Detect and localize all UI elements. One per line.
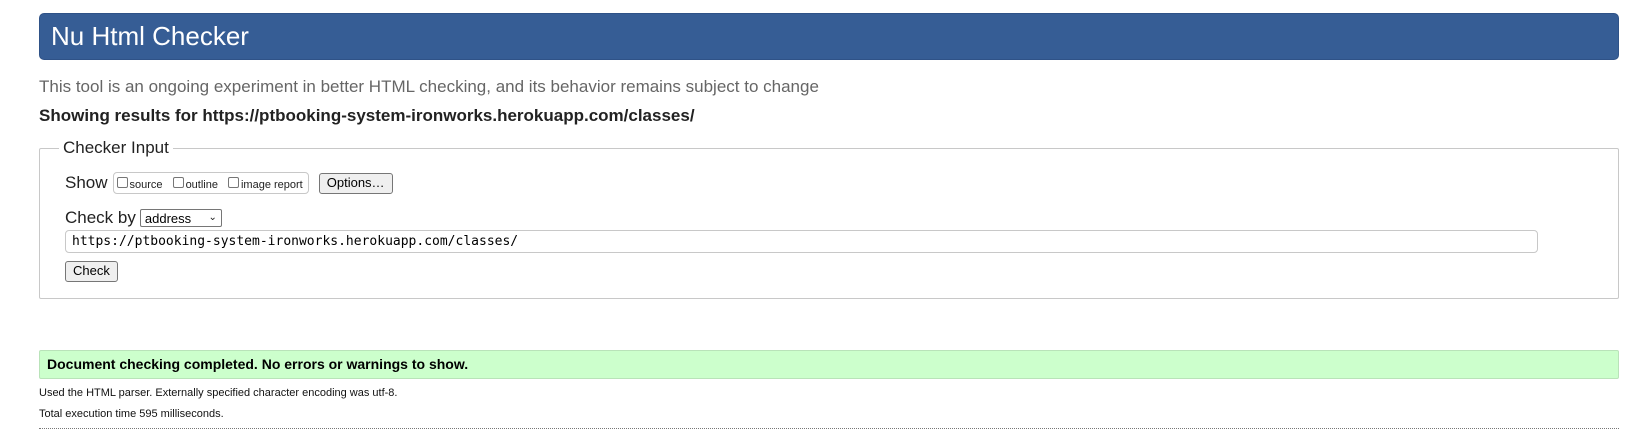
check-by-label: Check by: [65, 208, 136, 227]
check-button[interactable]: Check: [65, 261, 118, 282]
success-message: Document checking completed. No errors o…: [47, 356, 469, 372]
image-report-checkbox-label: image report: [240, 179, 303, 191]
execution-time: Total execution time 595 milliseconds.: [39, 408, 224, 420]
page-title: Nu Html Checker: [51, 21, 249, 51]
show-source-option[interactable]: source: [116, 176, 163, 191]
check-by-row: Check by address ⌄: [65, 207, 222, 229]
success-message-bar: Document checking completed. No errors o…: [39, 350, 1619, 379]
url-input[interactable]: https://ptbooking-system-ironworks.herok…: [65, 230, 1538, 253]
divider: [39, 428, 1619, 429]
check-by-select[interactable]: address ⌄: [139, 209, 222, 227]
show-options-group: source outline image report: [112, 172, 309, 194]
checker-page: Nu Html Checker This tool is an ongoing …: [0, 0, 1632, 439]
results-heading: Showing results for https://ptbooking-sy…: [39, 106, 695, 125]
show-label: Show: [65, 173, 108, 192]
checker-input-legend: Checker Input: [59, 138, 173, 158]
check-by-selected-value: address: [144, 210, 192, 226]
options-button[interactable]: Options…: [318, 172, 393, 194]
show-options-row: Show source outline image report Options…: [65, 172, 393, 194]
checker-input-fieldset: Checker Input Show source outline image …: [39, 138, 1619, 299]
source-checkbox-label: source: [129, 179, 163, 191]
show-outline-option[interactable]: outline: [172, 176, 218, 191]
image-report-checkbox[interactable]: [227, 176, 239, 188]
tagline: This tool is an ongoing experiment in be…: [39, 77, 819, 96]
parser-info: Used the HTML parser. Externally specifi…: [39, 387, 398, 399]
outline-checkbox[interactable]: [172, 176, 184, 188]
source-checkbox[interactable]: [116, 176, 128, 188]
chevron-down-icon: ⌄: [208, 212, 217, 223]
outline-checkbox-label: outline: [185, 179, 218, 191]
header-bar: Nu Html Checker: [39, 13, 1619, 60]
show-image-report-option[interactable]: image report: [227, 176, 303, 191]
